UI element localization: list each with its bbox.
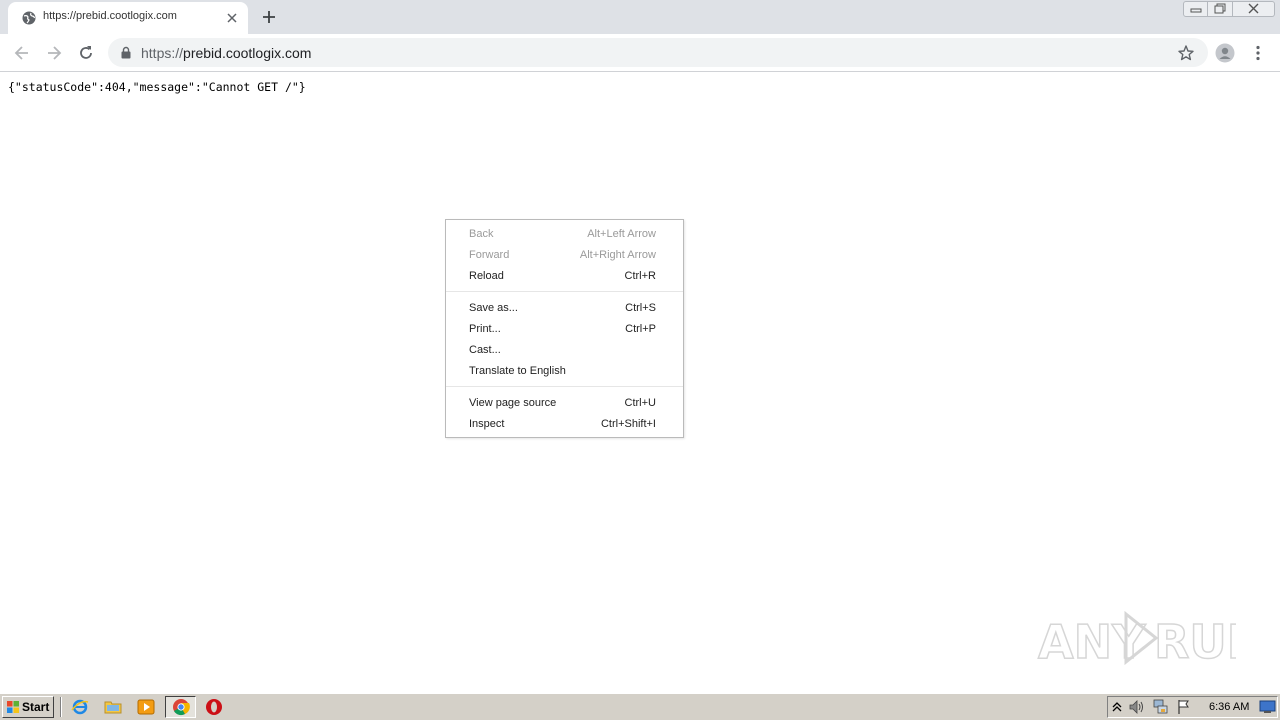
- anyrun-watermark-logo: ANY RUN: [1037, 610, 1236, 670]
- menu-item-shortcut: Ctrl+R: [624, 270, 656, 282]
- opera-icon[interactable]: [205, 698, 223, 716]
- menu-item-forward[interactable]: Forward Alt+Right Arrow: [446, 245, 683, 266]
- menu-item-shortcut: Ctrl+Shift+I: [600, 418, 656, 430]
- menu-item-label: Back: [469, 228, 494, 240]
- minimize-icon: [1190, 8, 1202, 13]
- chrome-icon: [173, 699, 190, 716]
- watermark-text-right: RUN: [1154, 615, 1236, 669]
- menu-item-back[interactable]: Back Alt+Left Arrow: [446, 224, 683, 245]
- tab-close-icon[interactable]: [224, 10, 240, 26]
- windows-taskbar: Start 6:36 AM: [0, 693, 1280, 720]
- menu-item-shortcut: Alt+Left Arrow: [587, 228, 656, 240]
- folder-icon[interactable]: [104, 698, 122, 716]
- menu-item-label: Print...: [469, 323, 501, 335]
- url-host: prebid.cootlogix.com: [183, 45, 312, 61]
- taskbar-clock[interactable]: 6:36 AM: [1209, 701, 1249, 713]
- profile-avatar-icon[interactable]: [1215, 43, 1235, 63]
- menu-item-print[interactable]: Print... Ctrl+P: [446, 319, 683, 340]
- menu-item-label: Cast...: [469, 344, 501, 356]
- menu-item-shortcut: Alt+Right Arrow: [579, 249, 656, 261]
- menu-separator: [446, 386, 683, 387]
- menu-item-label: Forward: [469, 249, 510, 261]
- menu-item-shortcut: Ctrl+P: [625, 323, 656, 335]
- menu-item-label: Inspect: [469, 418, 505, 430]
- media-player-icon[interactable]: [137, 698, 155, 716]
- menu-item-save-as[interactable]: Save as... Ctrl+S: [446, 298, 683, 319]
- taskbar-divider: [60, 697, 62, 717]
- taskbar-chrome-button[interactable]: [165, 696, 196, 718]
- browser-tab[interactable]: https://prebid.cootlogix.com: [8, 2, 248, 34]
- menu-item-reload[interactable]: Reload Ctrl+R: [446, 266, 683, 287]
- speaker-icon[interactable]: [1128, 699, 1146, 715]
- windows-flag-icon: [7, 701, 19, 713]
- menu-item-inspect[interactable]: Inspect Ctrl+Shift+I: [446, 414, 683, 435]
- url-text: https://prebid.cootlogix.com: [141, 45, 311, 61]
- page-json-body: {"statusCode":404,"message":"Cannot GET …: [8, 80, 306, 94]
- globe-icon: [22, 11, 36, 25]
- flag-icon[interactable]: [1176, 699, 1192, 715]
- menu-item-label: Save as...: [469, 302, 518, 314]
- window-close-button[interactable]: [1233, 1, 1275, 17]
- menu-item-view-source[interactable]: View page source Ctrl+U: [446, 393, 683, 414]
- bookmark-star-icon[interactable]: [1177, 44, 1195, 62]
- close-icon: [1248, 3, 1259, 14]
- url-scheme: https://: [141, 45, 184, 61]
- lock-icon[interactable]: [120, 46, 132, 59]
- browser-toolbar: https://prebid.cootlogix.com: [0, 34, 1280, 72]
- menu-item-shortcut: Ctrl+S: [625, 302, 656, 314]
- forward-arrow-icon[interactable]: [44, 43, 64, 63]
- menu-item-label: View page source: [469, 397, 557, 409]
- start-label: Start: [22, 700, 50, 714]
- back-arrow-icon[interactable]: [12, 43, 32, 63]
- menu-item-shortcut: Ctrl+U: [624, 397, 656, 409]
- chevron-up-icon[interactable]: [1111, 700, 1123, 714]
- menu-item-label: Reload: [469, 270, 504, 282]
- menu-separator: [446, 291, 683, 292]
- kebab-menu-icon[interactable]: [1248, 43, 1268, 63]
- reload-icon[interactable]: [76, 43, 96, 63]
- window-restore-button[interactable]: [1208, 1, 1233, 17]
- start-button[interactable]: Start: [2, 696, 54, 718]
- menu-item-cast[interactable]: Cast...: [446, 340, 683, 361]
- menu-item-label: Translate to English: [469, 365, 566, 377]
- window-minimize-button[interactable]: [1183, 1, 1208, 17]
- restore-icon: [1214, 3, 1226, 14]
- context-menu: Back Alt+Left Arrow Forward Alt+Right Ar…: [445, 219, 684, 438]
- tab-title: https://prebid.cootlogix.com: [43, 10, 177, 22]
- desktop-icon[interactable]: [1259, 700, 1276, 714]
- menu-item-translate[interactable]: Translate to English: [446, 361, 683, 382]
- new-tab-icon[interactable]: [260, 8, 278, 26]
- watermark-text-left: ANY: [1038, 615, 1146, 669]
- network-icon[interactable]: [1152, 699, 1170, 715]
- address-bar[interactable]: https://prebid.cootlogix.com: [108, 38, 1208, 67]
- internet-explorer-icon[interactable]: [71, 698, 89, 716]
- system-tray: 6:36 AM: [1107, 696, 1278, 718]
- tab-strip: https://prebid.cootlogix.com: [0, 0, 1280, 34]
